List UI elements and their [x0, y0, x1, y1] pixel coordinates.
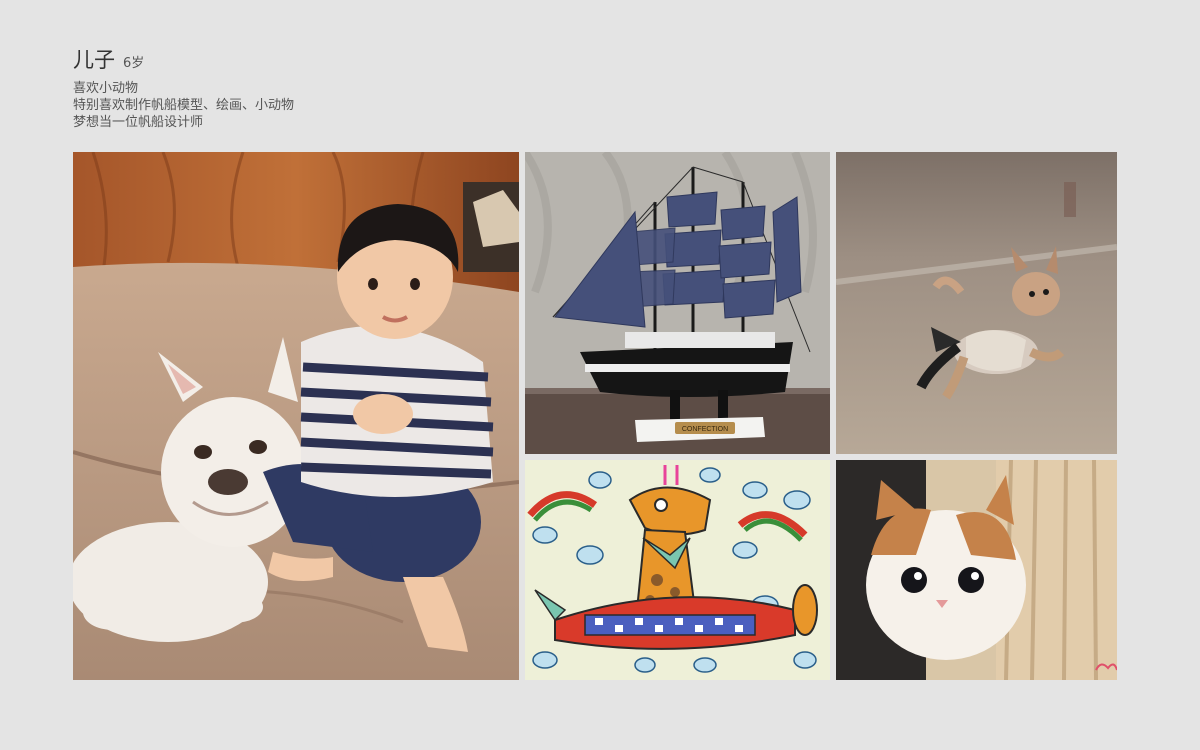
boy-with-bulldog-illustration: [73, 152, 519, 680]
description-line: 喜欢小动物: [73, 81, 139, 96]
profile-title: 儿子: [73, 48, 115, 72]
photo-running-puppy: [836, 152, 1117, 454]
description-line: 特别喜欢制作帆船模型、绘画、小动物: [73, 98, 295, 113]
photo-sailboat-model: CONFECTION: [525, 152, 830, 454]
sailboat-model-illustration: CONFECTION: [525, 152, 830, 454]
photo-boy-with-bulldog: [73, 152, 519, 680]
title-row: 儿子 6岁: [73, 44, 294, 74]
giraffe-airplane-drawing-illustration: [525, 460, 830, 680]
profile-description: 喜欢小动物 特别喜欢制作帆船模型、绘画、小动物 梦想当一位帆船设计师: [73, 80, 294, 131]
running-puppy-illustration: [836, 152, 1117, 454]
ship-plaque-text: CONFECTION: [682, 426, 728, 433]
photo-kitten: [836, 460, 1117, 680]
photo-giraffe-airplane-drawing: [525, 460, 830, 680]
profile-header: 儿子 6岁 喜欢小动物 特别喜欢制作帆船模型、绘画、小动物 梦想当一位帆船设计师: [73, 44, 294, 131]
profile-age: 6岁: [123, 56, 145, 71]
kitten-illustration: [836, 460, 1117, 680]
description-line: 梦想当一位帆船设计师: [73, 115, 204, 130]
